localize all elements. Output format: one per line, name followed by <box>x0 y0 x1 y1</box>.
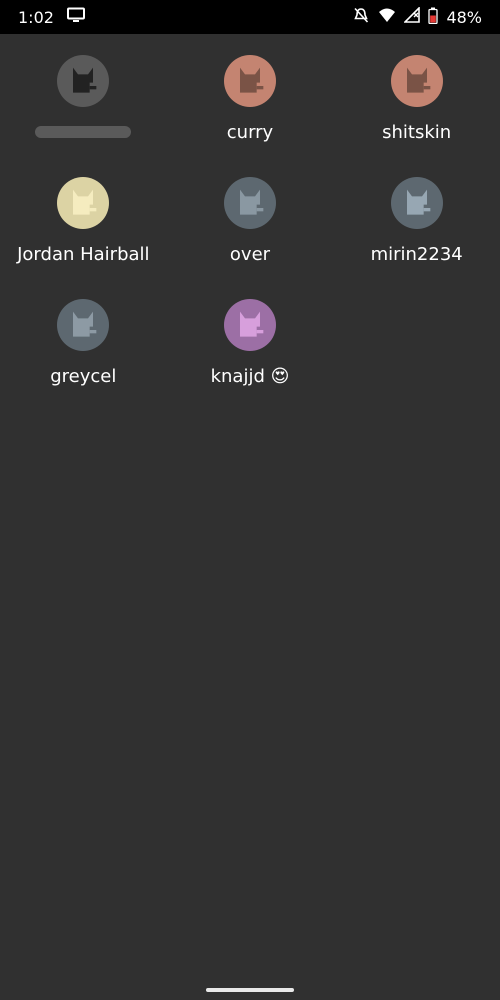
cat-avatar <box>57 177 110 229</box>
cat-icon <box>73 311 97 337</box>
cat-avatar <box>223 177 276 229</box>
cat-tile[interactable]: curry <box>167 34 334 156</box>
cat-label: mirin2234 <box>370 244 463 265</box>
cat-avatar <box>57 299 110 351</box>
cat-label: over <box>229 244 271 265</box>
clock: 1:02 <box>18 7 54 27</box>
battery-icon <box>428 7 439 28</box>
cat-tile[interactable]: mirin2234 <box>333 156 500 278</box>
cat-label: greycel <box>50 366 117 387</box>
cat-icon <box>406 67 430 93</box>
cat-icon <box>406 189 430 215</box>
cat-icon <box>73 189 97 215</box>
cat-icon <box>239 189 264 215</box>
cat-tile[interactable]: Jordan Hairball <box>0 156 167 278</box>
cat-avatar <box>390 55 443 107</box>
status-right: 48% <box>352 6 482 28</box>
cat-icon <box>73 67 97 93</box>
cast-icon <box>66 7 86 27</box>
cat-icon <box>239 67 264 93</box>
cat-tile[interactable] <box>0 34 167 156</box>
cat-label: knajjd 😍 <box>210 366 290 387</box>
label-mask <box>35 126 132 138</box>
status-left: 1:02 <box>18 7 86 27</box>
cat-label <box>35 121 132 144</box>
wifi-icon <box>378 7 396 27</box>
cat-tile[interactable]: greycel <box>0 278 167 400</box>
cat-tile[interactable]: over <box>167 156 334 278</box>
cat-grid: curry shitskin Jordan Hairball over miri… <box>0 34 500 400</box>
cat-avatar <box>390 177 443 229</box>
mute-icon <box>352 6 370 28</box>
cat-avatar <box>57 55 110 107</box>
cat-tile[interactable]: knajjd 😍 <box>167 278 334 400</box>
signal-icon <box>403 6 421 27</box>
cat-label: curry <box>226 122 274 143</box>
status-bar: 1:02 48% <box>0 0 500 34</box>
cat-tile[interactable]: shitskin <box>333 34 500 156</box>
cat-avatar <box>223 299 276 351</box>
cat-avatar <box>223 55 276 107</box>
home-handle[interactable] <box>206 988 294 992</box>
cat-icon <box>239 311 264 337</box>
battery-percent: 48% <box>446 7 482 27</box>
cat-label: shitskin <box>382 122 452 143</box>
cat-label: Jordan Hairball <box>17 244 150 265</box>
